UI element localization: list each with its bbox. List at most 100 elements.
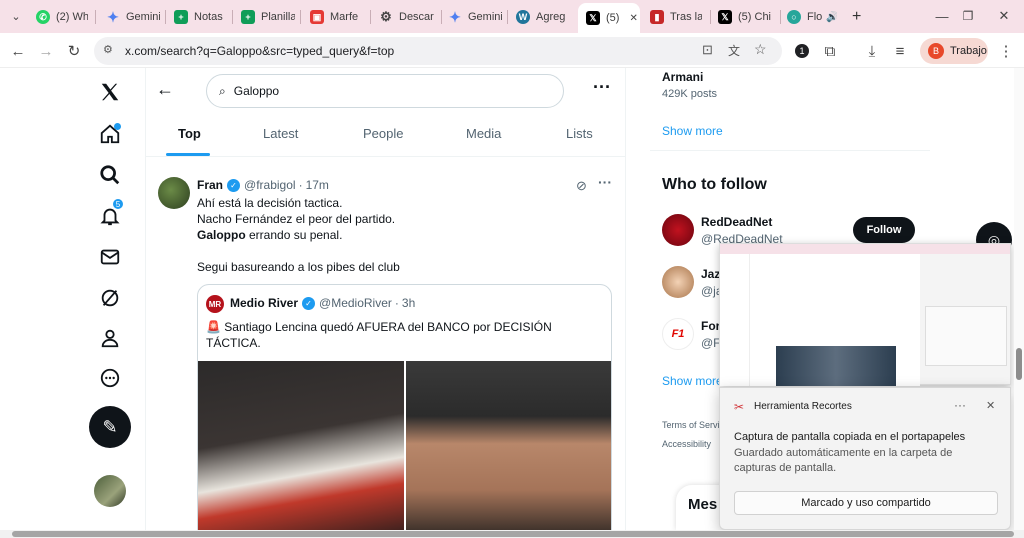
media-queue-icon[interactable]: ≡ bbox=[890, 41, 910, 61]
snip-preview-thumbnail[interactable] bbox=[719, 243, 1011, 386]
tab-label: Gemini bbox=[468, 11, 502, 23]
footer-terms-link[interactable]: Terms of Servic bbox=[662, 420, 724, 430]
tab-people[interactable]: People bbox=[363, 126, 403, 141]
tab-tras-la[interactable]: ▮ Tras la bbox=[650, 4, 702, 30]
minimize-icon[interactable]: — bbox=[932, 6, 952, 26]
x-icon: 𝕏 bbox=[718, 10, 732, 24]
extension-badge[interactable]: 1 bbox=[792, 41, 812, 61]
tab-whatsapp[interactable]: ✆ (2) Wh bbox=[36, 4, 88, 30]
wordpress-icon: W bbox=[516, 10, 530, 24]
show-more-trends-link[interactable]: Show more bbox=[662, 124, 723, 138]
compose-post-button[interactable]: ✎ bbox=[89, 406, 131, 448]
tab-marfe[interactable]: ▣ Marfe bbox=[310, 4, 364, 30]
feather-plus-icon: ✎ bbox=[102, 416, 118, 437]
x-logo-icon[interactable] bbox=[92, 74, 128, 110]
wtf-name[interactable]: Jaz bbox=[701, 267, 720, 281]
account-avatar[interactable] bbox=[94, 475, 126, 507]
quote-image-coach[interactable] bbox=[406, 361, 611, 530]
audio-icon[interactable]: 🔊 bbox=[826, 12, 837, 23]
quote-time: 3h bbox=[401, 296, 416, 310]
footer-accessibility-link[interactable]: Accessibility bbox=[662, 439, 711, 449]
snipping-tool-notification[interactable]: ✂ Herramienta Recortes ··· ✕ Captura de … bbox=[719, 387, 1011, 530]
sheets-icon: + bbox=[241, 10, 255, 24]
address-bar[interactable]: ⚙ x.com/search?q=Galoppo&src=typed_query… bbox=[94, 37, 782, 65]
back-arrow-icon[interactable]: ← bbox=[156, 79, 174, 100]
tweet-more-icon[interactable]: ··· bbox=[598, 174, 612, 190]
wtf-name[interactable]: For bbox=[701, 319, 720, 333]
vertical-scrollbar[interactable] bbox=[1014, 68, 1024, 530]
tab-chi[interactable]: 𝕏 (5) Chi bbox=[718, 4, 774, 30]
who-to-follow-title: Who to follow bbox=[662, 176, 767, 193]
tab-gemini[interactable]: ✦ Gemini bbox=[106, 4, 160, 30]
notification-more-button[interactable]: ··· bbox=[954, 398, 966, 412]
explore-search-icon[interactable] bbox=[92, 157, 128, 193]
download-icon[interactable]: ⤓ bbox=[862, 41, 882, 61]
search-input[interactable]: ⌕ Galoppo bbox=[206, 74, 564, 108]
tab-gemini-2[interactable]: ✦ Gemini bbox=[448, 4, 502, 30]
browser-menu-icon[interactable]: ⋮ bbox=[996, 41, 1016, 61]
tab-latest[interactable]: Latest bbox=[263, 126, 298, 141]
tab-agreg[interactable]: W Agreg bbox=[516, 4, 572, 30]
tweet-handle[interactable]: @frabigol bbox=[244, 178, 296, 192]
tab-top[interactable]: Top bbox=[178, 126, 201, 141]
grok-icon[interactable] bbox=[92, 280, 128, 316]
tweet-author-name[interactable]: Fran bbox=[197, 178, 223, 192]
install-app-icon[interactable]: ⊡ bbox=[702, 42, 713, 58]
profile-person-icon[interactable] bbox=[92, 320, 128, 356]
tab-media[interactable]: Media bbox=[466, 126, 501, 141]
tweet-author-avatar[interactable] bbox=[158, 177, 190, 209]
bookmark-star-icon[interactable]: ☆ bbox=[754, 41, 767, 58]
home-dot bbox=[114, 123, 121, 130]
quote-author-name: Medio River bbox=[230, 296, 299, 310]
new-tab-button[interactable]: + bbox=[852, 4, 861, 30]
tab-descar[interactable]: ⚙ Descar bbox=[379, 4, 435, 30]
home-icon[interactable] bbox=[92, 116, 128, 152]
profile-button[interactable]: B Trabajo bbox=[920, 38, 988, 64]
notification-close-button[interactable]: ✕ bbox=[986, 399, 995, 412]
tab-search-icon[interactable]: ⌄ bbox=[6, 6, 26, 26]
wtf-avatar[interactable] bbox=[662, 214, 694, 246]
f1-logo-icon[interactable]: F1 bbox=[662, 318, 694, 350]
back-icon[interactable]: ← bbox=[8, 41, 28, 61]
sheets-icon: + bbox=[174, 10, 188, 24]
grok-explain-icon[interactable]: ⊘ bbox=[576, 178, 587, 194]
site-info-icon[interactable]: ⚙ bbox=[103, 43, 113, 56]
tab-label: Flo bbox=[807, 11, 823, 23]
markup-share-button[interactable]: Marcado y uso compartido bbox=[734, 491, 998, 515]
tab-x-active[interactable]: 𝕏 (5) ✕ bbox=[578, 3, 640, 33]
close-tab-icon[interactable]: ✕ bbox=[629, 13, 637, 24]
extensions-puzzle-icon[interactable]: ⧉ bbox=[820, 41, 840, 61]
wtf-name[interactable]: RedDeadNet bbox=[701, 215, 772, 229]
url-text: x.com/search?q=Galoppo&src=typed_query&f… bbox=[125, 44, 395, 58]
quoted-tweet[interactable]: MR Medio River ✓ @MedioRiver · 3h 🚨 Sant… bbox=[197, 284, 612, 530]
x-icon: 𝕏 bbox=[586, 11, 600, 25]
messages-drawer-label: Mes bbox=[688, 496, 718, 513]
more-options-icon[interactable]: ··· bbox=[593, 77, 611, 98]
tab-label: Agreg bbox=[536, 11, 566, 23]
forward-icon[interactable]: → bbox=[36, 41, 56, 61]
tweet-line: Galoppo errando su penal. bbox=[197, 228, 343, 242]
tab-label: Descar bbox=[399, 11, 434, 23]
browser-toolbar: ← → ↻ ⚙ x.com/search?q=Galoppo&src=typed… bbox=[0, 33, 1024, 68]
horizontal-scrollbar[interactable] bbox=[0, 530, 1024, 538]
translate-icon[interactable]: 文 bbox=[728, 42, 740, 59]
tab-lists[interactable]: Lists bbox=[566, 126, 593, 141]
reload-icon[interactable]: ↻ bbox=[64, 41, 84, 61]
flo-icon: ○ bbox=[787, 10, 801, 24]
tab-flo[interactable]: ○ Flo 🔊 bbox=[787, 4, 837, 30]
tab-planilla[interactable]: + Planilla bbox=[241, 4, 295, 30]
show-more-follow-link[interactable]: Show more bbox=[662, 374, 723, 388]
more-circle-icon[interactable] bbox=[92, 360, 128, 396]
follow-button[interactable]: Follow bbox=[853, 217, 915, 243]
wtf-avatar[interactable] bbox=[662, 266, 694, 298]
restore-icon[interactable]: ❐ bbox=[958, 6, 978, 26]
trend-name[interactable]: Armani bbox=[662, 70, 703, 84]
tweet-time[interactable]: 17m bbox=[306, 178, 329, 192]
quote-author-avatar: MR bbox=[206, 295, 224, 313]
trend-posts: 429K posts bbox=[662, 88, 718, 100]
quote-image-player[interactable] bbox=[198, 361, 404, 530]
tweet[interactable]: Fran ✓ @frabigol · 17m ⊘ ··· Ahí está la… bbox=[146, 168, 626, 530]
tab-notas[interactable]: + Notas bbox=[174, 4, 224, 30]
close-window-icon[interactable]: ✕ bbox=[994, 6, 1014, 26]
messages-envelope-icon[interactable] bbox=[92, 239, 128, 275]
